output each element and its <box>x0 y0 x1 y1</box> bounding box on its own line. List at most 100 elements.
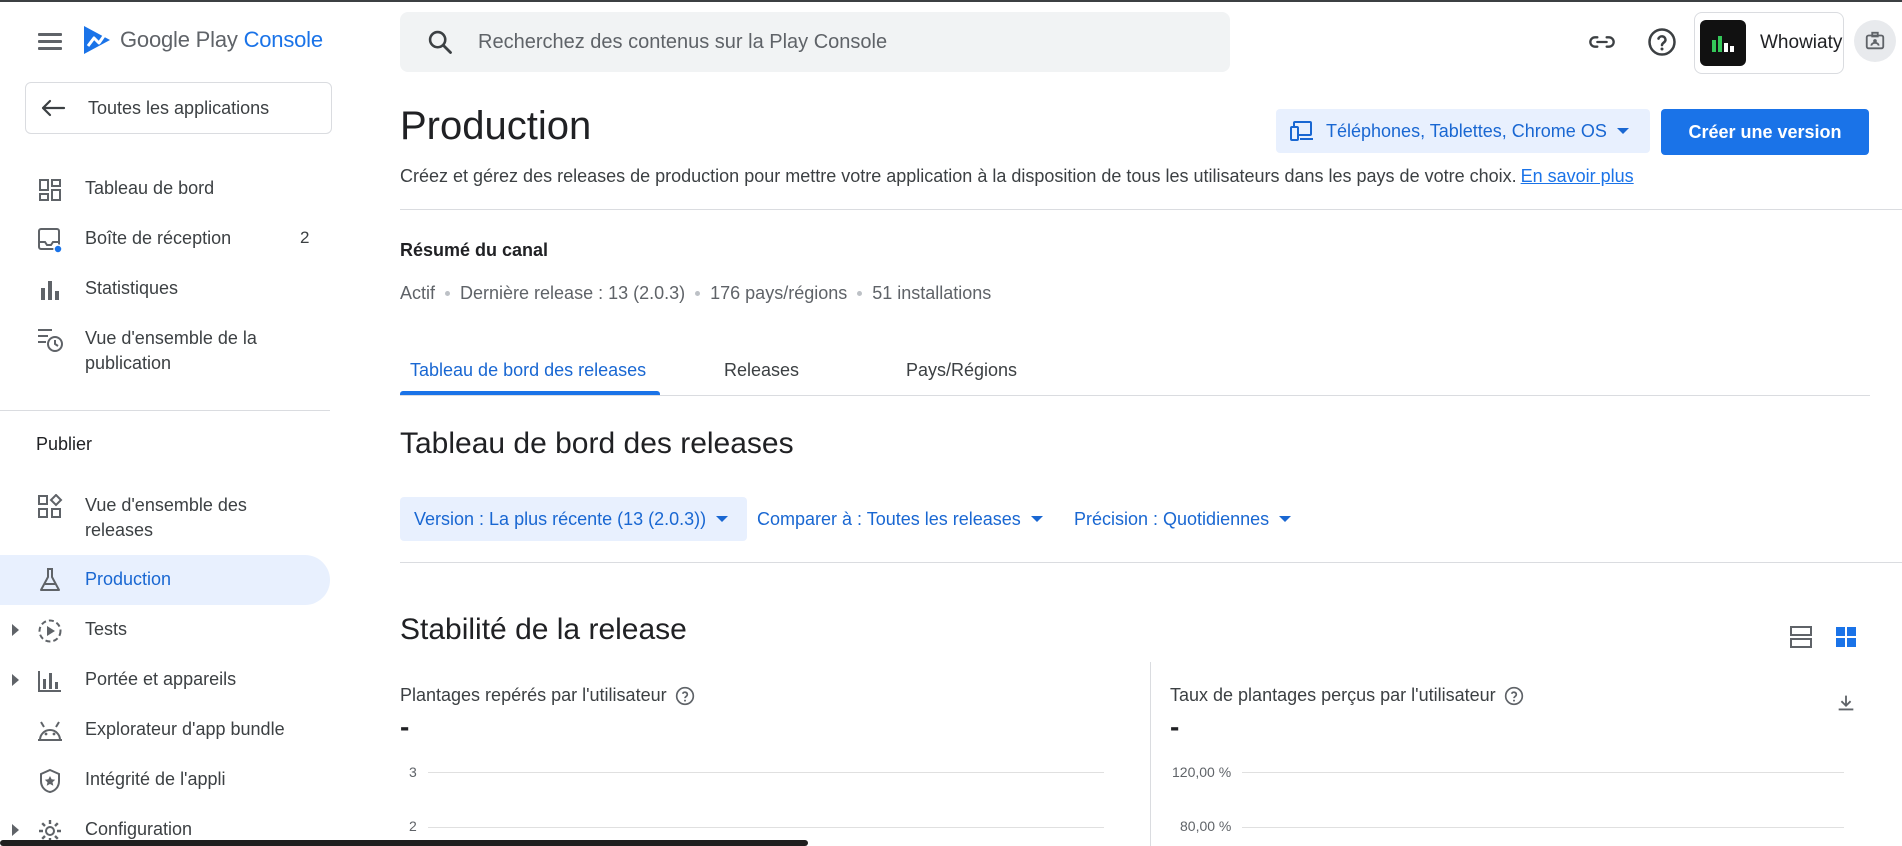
compare-filter-dropdown[interactable]: Comparer à : Toutes les releases <box>757 497 1043 541</box>
sidebar-item-label: Statistiques <box>85 278 179 298</box>
tabs-divider <box>400 395 1870 396</box>
version-filter-dropdown[interactable]: Version : La plus récente (13 (2.0.3)) <box>400 497 747 541</box>
sidebar-item-label: Configuration <box>85 819 193 839</box>
sidebar-item-releases-overview[interactable]: Vue d'ensemble des releases <box>0 493 330 543</box>
chart-value: - <box>400 711 410 742</box>
chevron-down-icon <box>716 516 729 522</box>
sidebar-item-label: Vue d'ensemble de la publication <box>85 328 257 373</box>
chevron-down-icon <box>1030 516 1043 522</box>
expand-arrow-icon[interactable] <box>12 674 19 686</box>
gridline <box>1242 772 1844 773</box>
list-view-icon[interactable] <box>1788 624 1814 650</box>
separator-dot <box>857 291 863 296</box>
learn-more-link[interactable]: En savoir plus <box>1521 166 1634 186</box>
last-release: Dernière release : 13 (2.0.3) <box>460 283 686 303</box>
sidebar-item-inbox[interactable]: Boîte de réception 2 <box>0 226 330 253</box>
compare-filter-label: Comparer à : Toutes les releases <box>757 508 1021 529</box>
chart-divider <box>1150 662 1151 846</box>
chart-title-perceived-crash-rate: Taux de plantages perçus par l'utilisate… <box>1170 685 1524 706</box>
developer-account-switcher[interactable]: Whowiaty <box>1694 12 1844 74</box>
search-bar[interactable] <box>400 12 1230 72</box>
chart-title-text: Plantages repérés par l'utilisateur <box>400 685 667 705</box>
app-avatar <box>1700 20 1746 66</box>
sidebar-item-label: Vue d'ensemble des releases <box>85 495 247 540</box>
expand-arrow-icon[interactable] <box>12 824 19 836</box>
horizontal-scrollbar[interactable] <box>0 840 808 846</box>
help-circle-icon[interactable] <box>675 686 695 706</box>
y-axis-tick: 2 <box>409 818 417 834</box>
create-release-button[interactable]: Créer une version <box>1661 109 1869 155</box>
releases-overview-icon <box>36 493 64 521</box>
help-icon[interactable] <box>1646 26 1678 58</box>
track-summary-meta: Actif Dernière release : 13 (2.0.3) 176 … <box>400 283 991 304</box>
production-icon <box>36 566 64 594</box>
gridline <box>428 827 1104 828</box>
sidebar-item-label: Tableau de bord <box>85 178 215 198</box>
chart-value: - <box>1170 711 1180 742</box>
google-play-console-logo[interactable]: Google Play Console <box>82 24 323 56</box>
sidebar-item-production[interactable]: Production <box>0 555 330 605</box>
link-icon[interactable] <box>1586 26 1618 58</box>
chart-title-perceived-crashes: Plantages repérés par l'utilisateur <box>400 685 695 706</box>
dashboard-icon <box>36 176 64 204</box>
section-heading-release-dashboard: Tableau de bord des releases <box>400 427 794 460</box>
devices-icon <box>1290 121 1313 141</box>
tab-release-dashboard[interactable]: Tableau de bord des releases <box>410 360 646 381</box>
integrity-shield-icon <box>36 767 64 795</box>
grid-view-icon[interactable] <box>1833 624 1859 650</box>
form-factor-label: Téléphones, Tablettes, Chrome OS <box>1326 120 1607 141</box>
precision-filter-dropdown[interactable]: Précision : Quotidiennes <box>1074 497 1292 541</box>
track-summary-title: Résumé du canal <box>400 240 549 260</box>
installs-count: 51 installations <box>872 283 992 303</box>
logo-text: Google Play Console <box>120 27 323 52</box>
page-description: Créez et gérez des releases de productio… <box>400 166 1634 187</box>
sidebar-item-label: Intégrité de l'appli <box>85 769 226 789</box>
description-text: Créez et gérez des releases de productio… <box>400 166 1517 186</box>
track-status: Actif <box>400 283 436 303</box>
hamburger-menu-icon[interactable] <box>36 30 64 54</box>
precision-filter-label: Précision : Quotidiennes <box>1074 508 1270 529</box>
sidebar-item-reach-devices[interactable]: Portée et appareils <box>0 667 330 693</box>
search-icon <box>428 30 452 54</box>
page-title: Production <box>400 104 592 148</box>
countries-count: 176 pays/régions <box>710 283 848 303</box>
separator-dot <box>445 291 451 296</box>
sidebar-item-dashboard[interactable]: Tableau de bord <box>0 176 330 202</box>
all-apps-back-button[interactable]: Toutes les applications <box>25 82 332 134</box>
chevron-down-icon <box>1279 516 1292 522</box>
profile-badge-icon[interactable] <box>1854 20 1896 62</box>
tests-icon <box>36 617 64 645</box>
help-circle-icon[interactable] <box>1504 686 1524 706</box>
form-factor-dropdown[interactable]: Téléphones, Tablettes, Chrome OS <box>1276 109 1650 153</box>
chart-title-text: Taux de plantages perçus par l'utilisate… <box>1170 685 1496 705</box>
y-axis-tick: 80,00 % <box>1180 818 1232 834</box>
inbox-count-badge: 2 <box>300 228 310 247</box>
bar-chart-icon <box>36 276 64 304</box>
divider <box>400 209 1902 210</box>
gridline <box>1242 827 1844 828</box>
separator-dot <box>695 291 701 296</box>
expand-arrow-icon[interactable] <box>12 624 19 636</box>
play-console-logo-icon <box>84 26 110 54</box>
search-input[interactable] <box>478 30 1178 54</box>
sidebar-item-app-integrity[interactable]: Intégrité de l'appli <box>0 767 330 795</box>
tab-countries-regions[interactable]: Pays/Régions <box>906 360 1017 381</box>
sidebar-item-publishing-overview[interactable]: Vue d'ensemble de la publication <box>0 326 330 376</box>
sidebar-item-label: Production <box>85 569 172 589</box>
divider <box>400 562 1902 563</box>
publishing-overview-icon <box>36 326 64 354</box>
sidebar-divider <box>0 410 330 411</box>
window-top-border <box>0 0 1902 2</box>
sidebar-item-statistics[interactable]: Statistiques <box>0 276 330 302</box>
sidebar-item-tests[interactable]: Tests <box>0 617 330 643</box>
sidebar-item-app-bundle-explorer[interactable]: Explorateur d'app bundle <box>0 717 330 743</box>
tab-releases[interactable]: Releases <box>724 360 799 381</box>
app-bundle-icon <box>36 717 64 745</box>
download-icon[interactable] <box>1835 692 1859 716</box>
y-axis-tick: 120,00 % <box>1172 764 1232 780</box>
back-button-label: Toutes les applications <box>88 97 270 118</box>
sidebar-item-label: Tests <box>85 619 128 639</box>
account-name: Whowiaty <box>1760 32 1843 53</box>
reach-devices-icon <box>36 667 64 695</box>
sidebar-item-label: Explorateur d'app bundle <box>85 719 285 739</box>
